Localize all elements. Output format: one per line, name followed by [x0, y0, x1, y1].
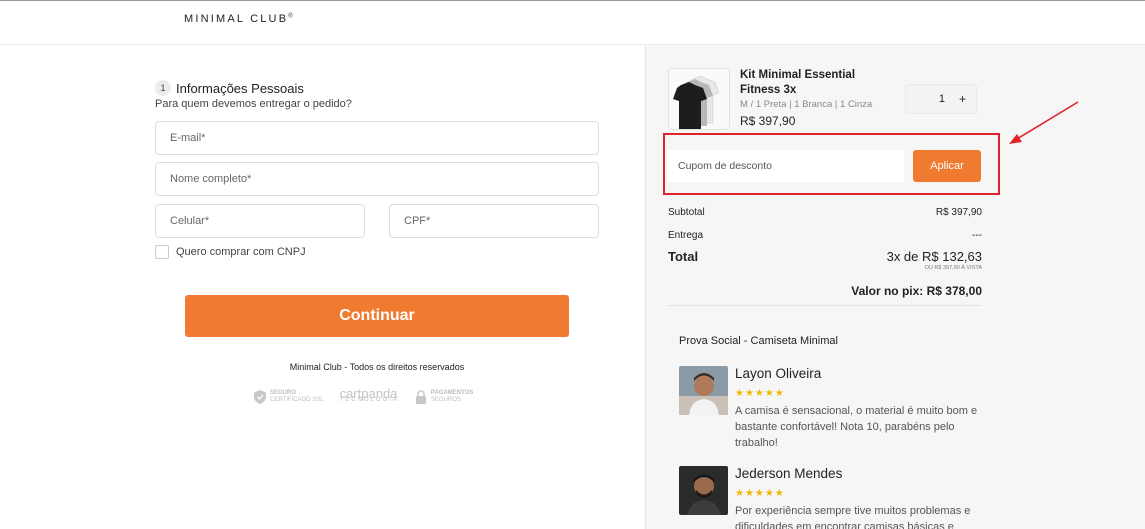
- total-row: Total 3x de R$ 132,63: [668, 249, 982, 264]
- payments-badge-subtitle: SEGUROS: [430, 397, 461, 403]
- avatar: [679, 366, 728, 415]
- cpf-field[interactable]: [389, 204, 599, 238]
- cpf-input[interactable]: [404, 215, 584, 227]
- shield-icon: [254, 390, 266, 404]
- full-name-input[interactable]: [170, 173, 584, 185]
- shipping-row: Entrega ---: [668, 230, 982, 241]
- step-number-badge: 1: [155, 80, 171, 96]
- product-price: R$ 397,90: [740, 114, 796, 128]
- ssl-badge: SEGURO CERTIFICADO SSL: [254, 390, 324, 404]
- annotation-arrow-icon: [1009, 101, 1079, 144]
- ssl-badge-subtitle: CERTIFICADO SSL: [270, 397, 324, 403]
- social-proof-title: Prova Social - Camiseta Minimal: [679, 335, 838, 347]
- review-card: Layon Oliveira ★★★★★ A camisa é sensacio…: [679, 366, 979, 456]
- product-name: Kit Minimal Essential Fitness 3x: [740, 69, 856, 96]
- coupon-field[interactable]: [668, 150, 904, 182]
- reviewer-name: Jederson Mendes: [735, 466, 843, 481]
- pix-price: Valor no pix: R$ 378,00: [851, 284, 982, 298]
- ssl-badge-title: SEGURO: [270, 390, 297, 396]
- quantity-value: 1: [938, 93, 945, 105]
- quantity-stepper[interactable]: 1 +: [905, 84, 977, 114]
- cartpanda-badge: cartpanda TECNOLOGIA: [339, 386, 399, 404]
- subtotal-value: R$ 397,90: [935, 207, 982, 218]
- rating-stars-icon: ★★★★★: [735, 388, 785, 399]
- divider: [668, 305, 982, 306]
- rating-stars-icon: ★★★★★: [735, 488, 785, 499]
- store-logo[interactable]: MINIMAL CLUB®: [184, 13, 293, 25]
- phone-field[interactable]: [155, 204, 365, 238]
- step-subtitle: Para quem devemos entregar o pedido?: [155, 98, 352, 110]
- reviewer-name: Layon Oliveira: [735, 366, 822, 381]
- subtotal-row: Subtotal R$ 397,90: [668, 207, 982, 218]
- secure-payments-badge: PAGAMENTOS SEGUROS: [415, 390, 473, 404]
- review-text: Por experiência sempre tive muitos probl…: [735, 505, 971, 529]
- total-label: Total: [668, 249, 699, 264]
- logo-mark: ®: [288, 13, 293, 20]
- full-name-field[interactable]: [155, 162, 599, 196]
- cnpj-label: Quero comprar com CNPJ: [176, 246, 306, 258]
- avatar: [679, 466, 728, 515]
- step-header: 1 Informações Pessoais: [155, 80, 304, 96]
- total-value: 3x de R$ 132,63: [886, 249, 982, 264]
- cnpj-checkbox[interactable]: [155, 245, 169, 259]
- continue-button[interactable]: Continuar: [185, 295, 569, 337]
- shipping-value: ---: [972, 230, 982, 241]
- payments-badge-title: PAGAMENTOS: [430, 390, 474, 396]
- product-variant: M / 1 Preta | 1 Branca | 1 Cinza: [740, 99, 873, 110]
- review-card: Jederson Mendes ★★★★★ Por experiência se…: [679, 466, 979, 529]
- email-input[interactable]: [170, 132, 584, 144]
- apply-coupon-button[interactable]: Aplicar: [913, 150, 981, 182]
- cartpanda-subtitle: TECNOLOGIA: [339, 397, 399, 403]
- cnpj-option[interactable]: Quero comprar com CNPJ: [155, 245, 306, 259]
- top-bar: MINIMAL CLUB®: [0, 0, 1145, 45]
- subtotal-label: Subtotal: [668, 207, 705, 218]
- lock-icon: [415, 390, 426, 404]
- step-title: Informações Pessoais: [176, 80, 304, 96]
- footer-copyright: Minimal Club - Todos os direitos reserva…: [289, 362, 465, 372]
- increase-quantity-button[interactable]: +: [959, 92, 966, 106]
- review-text: A camisa é sensacional, o material é mui…: [735, 405, 978, 449]
- shipping-label: Entrega: [668, 230, 704, 241]
- logo-text: MINIMAL CLUB: [184, 13, 289, 25]
- phone-input[interactable]: [170, 215, 350, 227]
- coupon-input[interactable]: [678, 160, 904, 172]
- tshirts-image: [673, 75, 720, 129]
- email-field[interactable]: [155, 121, 599, 155]
- total-cash-note: OU R$ 397,90 À VISTA: [924, 265, 982, 271]
- trust-badges: SEGURO CERTIFICADO SSL cartpanda TECNOLOG…: [254, 386, 473, 404]
- product-image: [668, 68, 730, 130]
- cartpanda-logo-text: cartpanda: [339, 386, 398, 401]
